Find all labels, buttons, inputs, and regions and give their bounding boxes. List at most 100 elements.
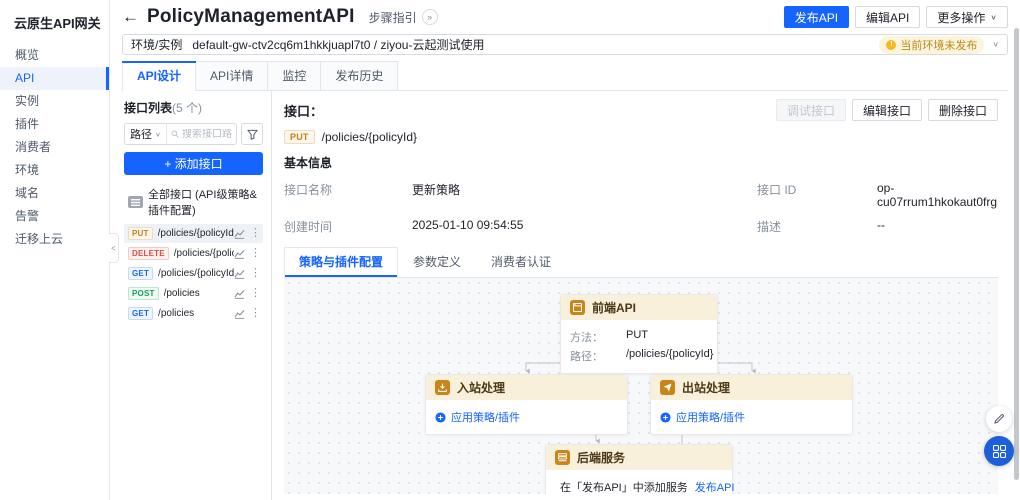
inbound-processing-node[interactable]: 入站处理 应用策略/插件 <box>425 374 628 435</box>
api-row[interactable]: GET /policies ⋮ <box>124 304 263 323</box>
sidebar-item-alert[interactable]: 告警 <box>0 205 109 228</box>
method-value: PUT <box>626 329 648 345</box>
frontend-path-row: 路径： /policies/{policyId} <box>570 348 708 364</box>
add-api-button[interactable]: + 添加接口 <box>124 152 263 175</box>
sidebar-item-consumer[interactable]: 消费者 <box>0 136 109 159</box>
funnel-icon <box>247 129 258 140</box>
publish-api-button[interactable]: 发布API <box>784 6 849 28</box>
all-apis-group-header[interactable]: 全部接口 (API级策略&插件配置) <box>124 183 263 224</box>
line-chart-icon[interactable] <box>234 269 245 279</box>
line-chart-icon[interactable] <box>234 289 245 299</box>
path-value: /policies/{policyId} <box>626 348 713 364</box>
back-icon[interactable]: ← <box>122 7 139 27</box>
edit-api-button[interactable]: 编辑API <box>855 6 920 28</box>
vertical-scrollbar[interactable] <box>1014 28 1019 480</box>
frontend-api-node[interactable]: 前端API 方法： PUT 路径： /policies/{policyId} <box>560 294 718 374</box>
sidebar-item-environment[interactable]: 环境 <box>0 159 109 182</box>
grid-icon <box>993 445 1006 458</box>
api-list-title: 接口列表 <box>124 101 172 115</box>
line-chart-icon[interactable] <box>234 249 245 259</box>
api-row-icons: ⋮ <box>234 308 261 319</box>
env-instance-select[interactable]: 环境/实例 default-gw-ctv2cq6m1hkkjuapl7t0 / … <box>122 34 1008 55</box>
tab-policy-plugin-config[interactable]: 策略与插件配置 <box>284 247 398 277</box>
api-row[interactable]: POST /policies ⋮ <box>124 284 263 303</box>
plus-circle-icon <box>435 412 446 423</box>
info-value: -- <box>877 218 1008 235</box>
kebab-menu-icon[interactable]: ⋮ <box>250 228 261 239</box>
tab-consumer-auth[interactable]: 消费者认证 <box>476 247 566 277</box>
api-row[interactable]: PUT /policies/{policyId} ⋮ <box>124 224 263 243</box>
content-split: 接口列表(5 个) 路径 ∨ <box>122 91 1008 500</box>
line-chart-icon[interactable] <box>234 309 245 319</box>
frontend-method-row: 方法： PUT <box>570 329 708 345</box>
method-badge: PUT <box>128 227 153 240</box>
kebab-menu-icon[interactable]: ⋮ <box>250 308 261 319</box>
tab-monitor[interactable]: 监控 <box>268 61 321 90</box>
api-group-icon <box>128 196 143 208</box>
sidebar-nav: 概览 API 实例 插件 消费者 环境 域名 告警 迁移上云 <box>0 44 109 251</box>
api-path: /policies/{policyId} <box>158 228 234 239</box>
publish-api-link[interactable]: 发布API <box>695 479 735 494</box>
kebab-menu-icon[interactable]: ⋮ <box>250 248 261 259</box>
filter-funnel-button[interactable] <box>241 123 263 145</box>
kebab-menu-icon[interactable]: ⋮ <box>250 288 261 299</box>
tab-api-design[interactable]: API设计 <box>122 61 196 90</box>
tab-publish-history[interactable]: 发布历史 <box>321 61 398 90</box>
sidebar-item-api[interactable]: API <box>0 67 109 90</box>
sidebar-item-migrate[interactable]: 迁移上云 <box>0 228 109 251</box>
product-title: 云原生API网关 <box>0 0 109 44</box>
debug-api-button[interactable]: 调试接口 <box>776 99 846 121</box>
sidebar-item-instance[interactable]: 实例 <box>0 90 109 113</box>
api-row[interactable]: DELETE /policies/{policyId} ⋮ <box>124 244 263 263</box>
search-icon <box>171 129 179 139</box>
line-chart-icon[interactable] <box>234 229 245 239</box>
widget-grid-button[interactable] <box>984 436 1014 466</box>
page-title: PolicyManagementAPI <box>147 6 355 28</box>
step-guide-expand-icon[interactable]: » <box>422 9 438 25</box>
info-value: 更新策略 <box>412 181 757 209</box>
delete-interface-button[interactable]: 删除接口 <box>928 99 998 121</box>
inbound-apply-policy-label: 应用策略/插件 <box>451 409 520 425</box>
search-type-select[interactable]: 路径 ∨ <box>125 124 167 144</box>
edit-interface-button[interactable]: 编辑接口 <box>852 99 922 121</box>
sidebar-item-domain[interactable]: 域名 <box>0 182 109 205</box>
inbound-apply-policy-link[interactable]: 应用策略/插件 <box>435 409 520 425</box>
more-actions-button[interactable]: 更多操作 ∨ <box>926 6 1008 28</box>
page-header: ← PolicyManagementAPI 步骤指引 » 发布API 编辑API… <box>110 0 1020 32</box>
sidebar-collapse-handle[interactable]: < <box>109 233 119 263</box>
detail-method-line: PUT /policies/{policyId} <box>284 130 1008 144</box>
api-list-panel: 接口列表(5 个) 路径 ∨ <box>122 91 272 500</box>
tab-api-detail[interactable]: API详情 <box>196 61 268 90</box>
detail-sub-tabs: 策略与插件配置 参数定义 消费者认证 <box>284 247 998 278</box>
outbound-node-title: 出站处理 <box>682 379 730 396</box>
info-label: 接口名称 <box>284 181 412 209</box>
sidebar: 云原生API网关 概览 API 实例 插件 消费者 环境 域名 告警 迁移上云 … <box>0 0 110 500</box>
frontend-api-body: 方法： PUT 路径： /policies/{policyId} <box>561 320 717 373</box>
policy-flow-canvas[interactable]: 前端API 方法： PUT 路径： /policies/{policyId} <box>284 278 998 494</box>
sidebar-item-overview[interactable]: 概览 <box>0 44 109 67</box>
inbound-node-body: 应用策略/插件 <box>426 400 627 434</box>
api-path: /policies <box>158 308 234 319</box>
tab-parameter-definition[interactable]: 参数定义 <box>398 247 476 277</box>
kebab-menu-icon[interactable]: ⋮ <box>250 268 261 279</box>
chevron-down-icon[interactable]: ∨ <box>992 40 999 49</box>
sidebar-item-plugin[interactable]: 插件 <box>0 113 109 136</box>
chevron-down-icon: ∨ <box>990 13 997 22</box>
outbound-processing-node[interactable]: 出站处理 应用策略/插件 <box>650 374 853 435</box>
env-instance-value: default-gw-ctv2cq6m1hkkjuapl7t0 / ziyou-… <box>192 36 484 53</box>
frontend-api-node-header: 前端API <box>561 295 717 320</box>
more-actions-label: 更多操作 <box>937 9 985 26</box>
api-row[interactable]: GET /policies/{policyId} ⋮ <box>124 264 263 283</box>
warning-dot-icon: ! <box>886 40 896 50</box>
backend-service-node[interactable]: 后端服务 在「发布API」中添加服务 发布API <box>545 444 733 494</box>
api-list-count: (5 个) <box>172 101 202 115</box>
api-path: /policies/{policyId} <box>174 248 234 259</box>
backend-node-title: 后端服务 <box>577 449 625 466</box>
header-actions: 发布API 编辑API 更多操作 ∨ <box>784 6 1008 28</box>
inbound-node-title: 入站处理 <box>457 379 505 396</box>
search-box <box>167 124 236 144</box>
outbound-apply-policy-link[interactable]: 应用策略/插件 <box>660 409 745 425</box>
feedback-pencil-button[interactable] <box>986 406 1012 432</box>
search-input[interactable] <box>182 129 232 140</box>
info-label: 接口 ID <box>757 181 877 209</box>
